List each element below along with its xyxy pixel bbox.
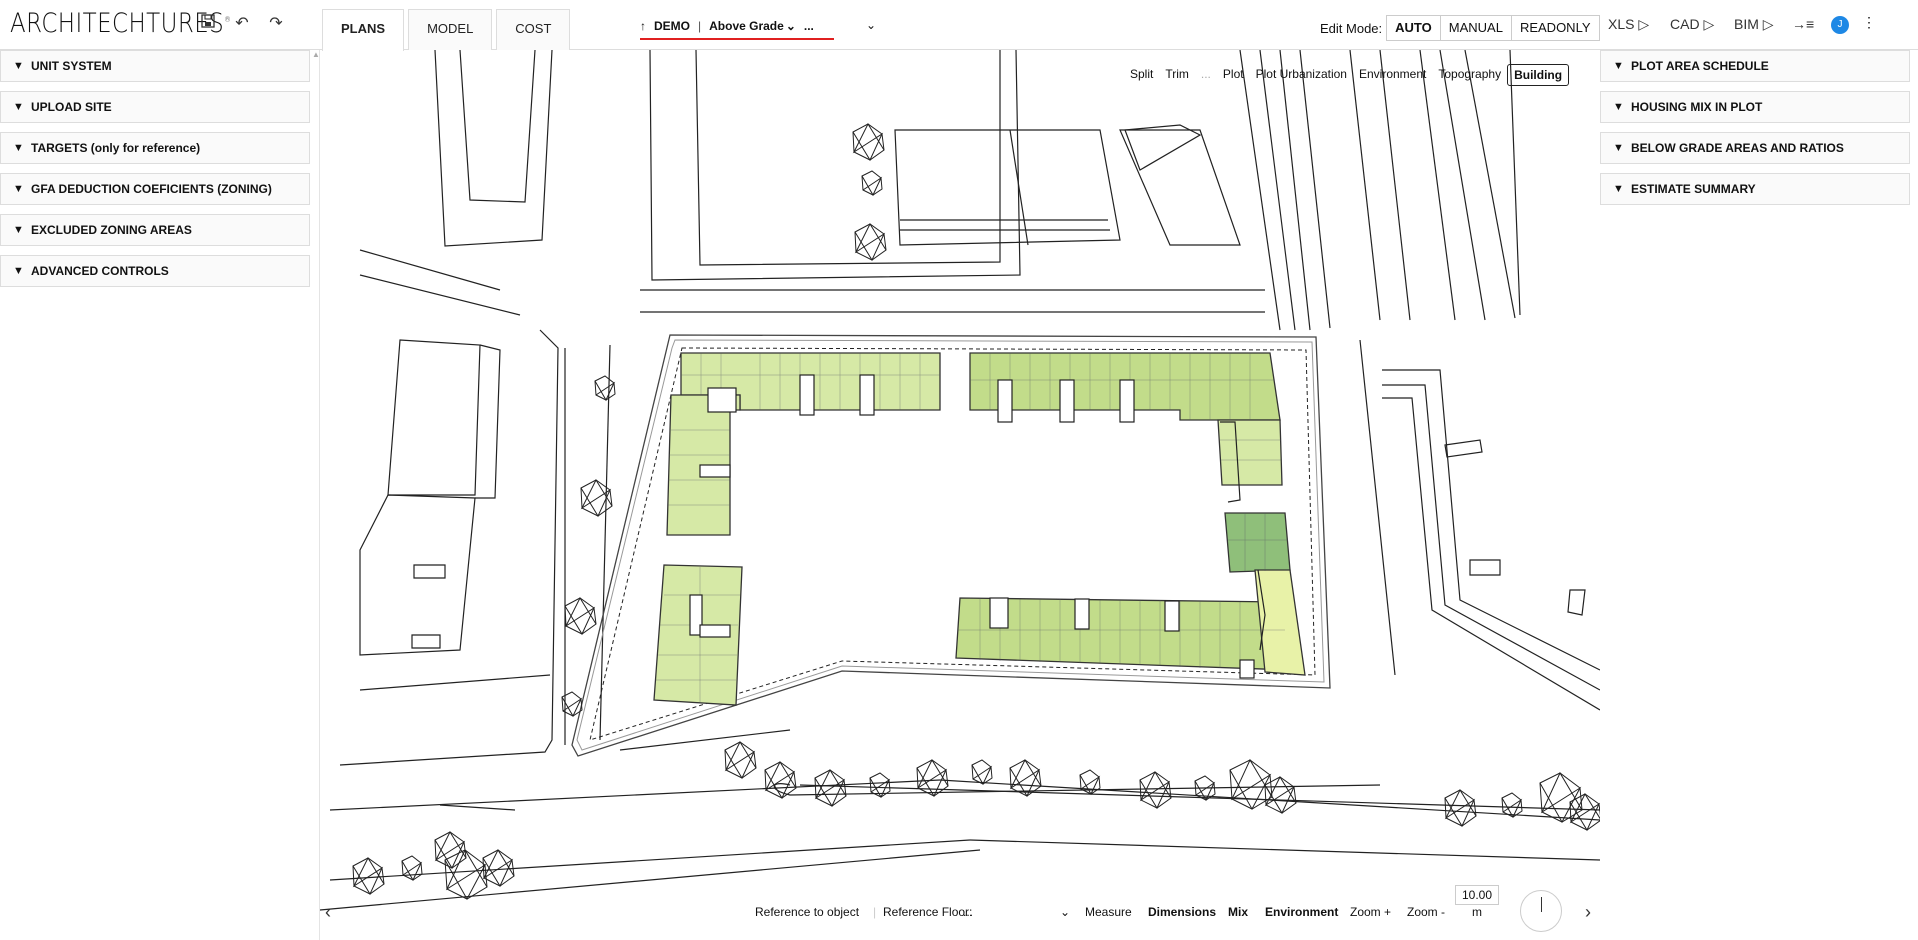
divider: | [873, 905, 877, 919]
view-tab-split[interactable]: Split [1124, 64, 1159, 86]
chevron-down-icon: ▼ [13, 183, 24, 195]
chevron-down-icon[interactable]: ⌄ [786, 19, 796, 33]
redo-icon[interactable]: ↷ [266, 14, 286, 34]
view-tab-plot-urbanization[interactable]: Plot Urbanization [1250, 64, 1353, 86]
avatar[interactable]: J [1831, 16, 1849, 34]
chevron-down-icon: ▼ [13, 60, 24, 72]
project-dropdown-chevron-icon[interactable]: ⌄ [866, 18, 876, 32]
project-name: DEMO [654, 19, 690, 33]
tab-plans[interactable]: PLANS [322, 9, 405, 51]
logo-text: ARCHITECHTURES [10, 8, 225, 39]
project-underline [640, 38, 834, 40]
chevron-down-icon: ▼ [13, 265, 24, 277]
undo-icon[interactable]: ↶ [232, 14, 252, 34]
reference-floor-label: Reference Floor: [883, 905, 973, 919]
mix-button[interactable]: Mix [1228, 905, 1248, 919]
view-tab-topography[interactable]: Topography [1432, 64, 1507, 86]
tab-model[interactable]: MODEL [408, 9, 493, 50]
accordion-label: HOUSING MIX IN PLOT [1631, 100, 1763, 114]
project-selector[interactable]: ↑ DEMO | Above Grade ⌄ ... [640, 19, 834, 40]
main-tabs: PLANS MODEL COST [322, 9, 571, 51]
export-xls-button[interactable]: XLS ▷ [1608, 16, 1649, 33]
compass-needle [1541, 897, 1542, 912]
chevron-down-icon[interactable]: ⌄ [1060, 905, 1070, 919]
chevron-right-icon[interactable]: › [1585, 902, 1591, 923]
save-icon[interactable] [198, 14, 218, 34]
accordion-below-grade[interactable]: ▼ BELOW GRADE AREAS AND RATIOS [1600, 132, 1910, 164]
view-tab-plot[interactable]: Plot [1217, 64, 1250, 86]
measure-button[interactable]: Measure [1085, 905, 1132, 919]
accordion-upload-site[interactable]: ▼ UPLOAD SITE [0, 91, 310, 123]
accordion-label: GFA DEDUCTION COEFICIENTS (ZONING) [31, 182, 272, 196]
right-panel: ▼ PLOT AREA SCHEDULE ▼ HOUSING MIX IN PLOT… [1600, 50, 1918, 940]
chevron-down-icon: ▼ [1613, 101, 1624, 113]
accordion-advanced-controls[interactable]: ▼ ADVANCED CONTROLS [0, 255, 310, 287]
zoom-out-button[interactable]: Zoom - [1407, 905, 1445, 919]
accordion-excluded-zoning[interactable]: ▼ EXCLUDED ZONING AREAS [0, 214, 310, 246]
accordion-label: ESTIMATE SUMMARY [1631, 182, 1756, 196]
export-cad-button[interactable]: CAD ▷ [1670, 16, 1714, 33]
view-tab-building[interactable]: Building [1507, 64, 1570, 86]
view-tab-trim[interactable]: Trim [1159, 64, 1195, 86]
chevron-down-icon: ▼ [1613, 183, 1624, 195]
scale-unit: m [1472, 905, 1482, 919]
dimensions-button[interactable]: Dimensions [1148, 905, 1216, 919]
edit-mode-readonly-button[interactable]: READONLY [1511, 15, 1600, 41]
left-panel: ▼ UNIT SYSTEM ▼ UPLOAD SITE ▼ TARGETS (only… [0, 50, 320, 940]
chevron-down-icon: ▼ [1613, 60, 1624, 72]
tab-cost[interactable]: COST [496, 9, 571, 50]
more-options-icon[interactable]: ⋮ [1862, 14, 1876, 31]
scroll-up-icon[interactable]: ▲ [312, 50, 320, 59]
reference-to-object-button[interactable]: Reference to object [755, 905, 859, 919]
accordion-label: BELOW GRADE AREAS AND RATIOS [1631, 141, 1844, 155]
arrow-up-icon[interactable]: ↑ [640, 19, 646, 33]
accordion-label: UPLOAD SITE [31, 100, 112, 114]
accordion-targets[interactable]: ▼ TARGETS (only for reference) [0, 132, 310, 164]
accordion-estimate-summary[interactable]: ▼ ESTIMATE SUMMARY [1600, 173, 1910, 205]
scale-box[interactable]: 10.00 m [1455, 885, 1499, 919]
accordion-label: EXCLUDED ZONING AREAS [31, 223, 192, 237]
logo-mark: ® [224, 15, 232, 24]
view-tab-more[interactable]: ... [1195, 64, 1217, 86]
chevron-down-icon: ▼ [13, 101, 24, 113]
edit-mode-group: Edit Mode: AUTO MANUAL READONLY [1320, 15, 1600, 41]
accordion-plot-area-schedule[interactable]: ▼ PLOT AREA SCHEDULE [1600, 50, 1910, 82]
accordion-unit-system[interactable]: ▼ UNIT SYSTEM [0, 50, 310, 82]
edit-mode-auto-button[interactable]: AUTO [1386, 15, 1441, 41]
accordion-label: TARGETS (only for reference) [31, 141, 201, 155]
site-plan-drawing[interactable] [320, 50, 1600, 940]
reference-floor-select[interactable]: ... [963, 905, 973, 919]
project-more[interactable]: ... [804, 19, 814, 33]
chevron-down-icon: ▼ [1613, 142, 1624, 154]
accordion-label: UNIT SYSTEM [31, 59, 112, 73]
bottom-toolbar: Reference to object | Reference Floor: .… [320, 895, 1600, 935]
view-tab-environment[interactable]: Environment [1353, 64, 1432, 86]
accordion-housing-mix[interactable]: ▼ HOUSING MIX IN PLOT [1600, 91, 1910, 123]
top-bar: ARCHITECHTURES® ↶ ↷ PLANS MODEL COST ↑ D… [0, 0, 1918, 51]
edit-mode-label: Edit Mode: [1320, 20, 1383, 36]
collapse-panel-icon[interactable]: →≡ [1792, 16, 1814, 32]
scale-value[interactable]: 10.00 [1455, 885, 1499, 905]
compass-icon[interactable] [1520, 890, 1562, 932]
zoom-in-button[interactable]: Zoom + [1350, 905, 1391, 919]
accordion-label: PLOT AREA SCHEDULE [1631, 59, 1769, 73]
edit-mode-manual-button[interactable]: MANUAL [1440, 15, 1512, 41]
level-selector[interactable]: Above Grade [709, 19, 784, 33]
accordion-label: ADVANCED CONTROLS [31, 264, 169, 278]
environment-button[interactable]: Environment [1265, 905, 1338, 919]
project-separator: | [698, 19, 702, 33]
view-tabs: Split Trim ... Plot Plot Urbanization En… [1124, 64, 1570, 86]
chevron-down-icon: ▼ [13, 224, 24, 236]
accordion-gfa-deduction[interactable]: ▼ GFA DEDUCTION COEFICIENTS (ZONING) [0, 173, 310, 205]
map-canvas[interactable]: Split Trim ... Plot Plot Urbanization En… [320, 50, 1600, 940]
export-bim-button[interactable]: BIM ▷ [1734, 16, 1774, 33]
chevron-down-icon: ▼ [13, 142, 24, 154]
